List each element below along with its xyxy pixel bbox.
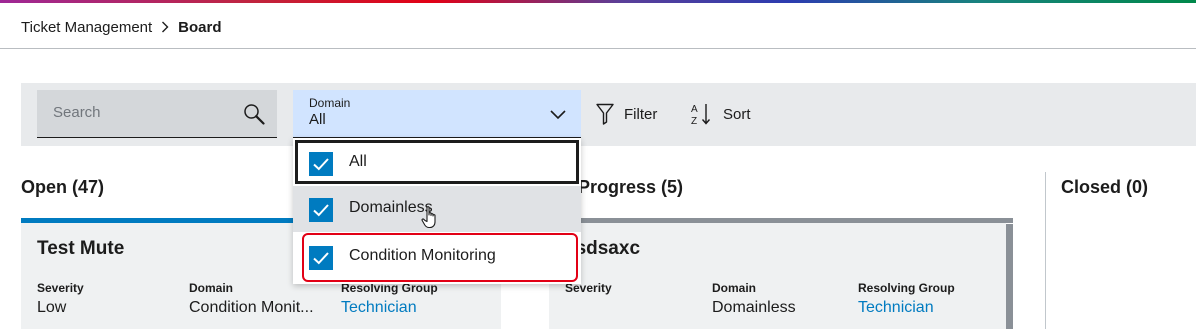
filter-icon [596, 103, 614, 125]
field-value-severity: Low [37, 299, 67, 316]
field-value-domain: Domainless [712, 299, 796, 316]
sort-icon: A Z [691, 102, 713, 126]
column-title-closed: Closed (0) [1061, 177, 1149, 197]
domain-select-value: All [309, 111, 326, 128]
resolving-group-link[interactable]: Technician [341, 299, 417, 317]
ticket-title: Test Mute [37, 238, 125, 259]
progress-column-scrollbar[interactable] [1006, 224, 1013, 329]
svg-text:Z: Z [691, 116, 697, 126]
search-placeholder: Search [53, 104, 101, 121]
column-divider [1045, 172, 1046, 329]
domain-option-all[interactable]: All [293, 140, 581, 186]
field-label-domain: Domain [712, 281, 757, 295]
breadcrumb-current: Board [178, 18, 222, 36]
search-icon[interactable] [243, 103, 265, 130]
hand-cursor-icon [421, 205, 439, 234]
field-label-severity: Severity [37, 281, 84, 295]
checkbox-checked-icon[interactable] [309, 152, 333, 176]
chevron-right-icon [161, 21, 169, 33]
checkbox-checked-icon[interactable] [309, 198, 333, 222]
breadcrumb-ticket-management[interactable]: Ticket Management [21, 19, 152, 36]
filter-label: Filter [624, 105, 658, 123]
header-divider [0, 48, 1196, 49]
resolving-group-link[interactable]: Technician [858, 299, 934, 317]
focus-outline [295, 140, 579, 184]
sort-label: Sort [723, 105, 751, 123]
filter-button[interactable]: Filter [596, 101, 657, 127]
column-title-open: Open (47) [21, 177, 105, 197]
field-label-domain: Domain [189, 281, 234, 295]
domain-option-label: All [349, 153, 367, 170]
svg-text:A: A [691, 104, 698, 115]
ticket-card[interactable]: xsdsaxc Severity Domain Domainless Resol… [549, 223, 1006, 329]
search-input[interactable]: Search [37, 90, 277, 138]
domain-select[interactable]: Domain All [293, 90, 581, 138]
highlight-annotation [302, 233, 578, 282]
field-value-domain: Condition Monit... [189, 299, 314, 316]
sort-button[interactable]: A Z Sort [691, 101, 751, 127]
brand-gradient-bar [0, 0, 1196, 3]
column-title-progress: Progress (5) [578, 177, 684, 197]
chevron-down-icon[interactable] [549, 107, 567, 125]
domain-select-label: Domain [309, 96, 351, 110]
breadcrumb: Ticket Management Board [21, 17, 222, 37]
field-label-resolving-group: Resolving Group [858, 281, 955, 295]
